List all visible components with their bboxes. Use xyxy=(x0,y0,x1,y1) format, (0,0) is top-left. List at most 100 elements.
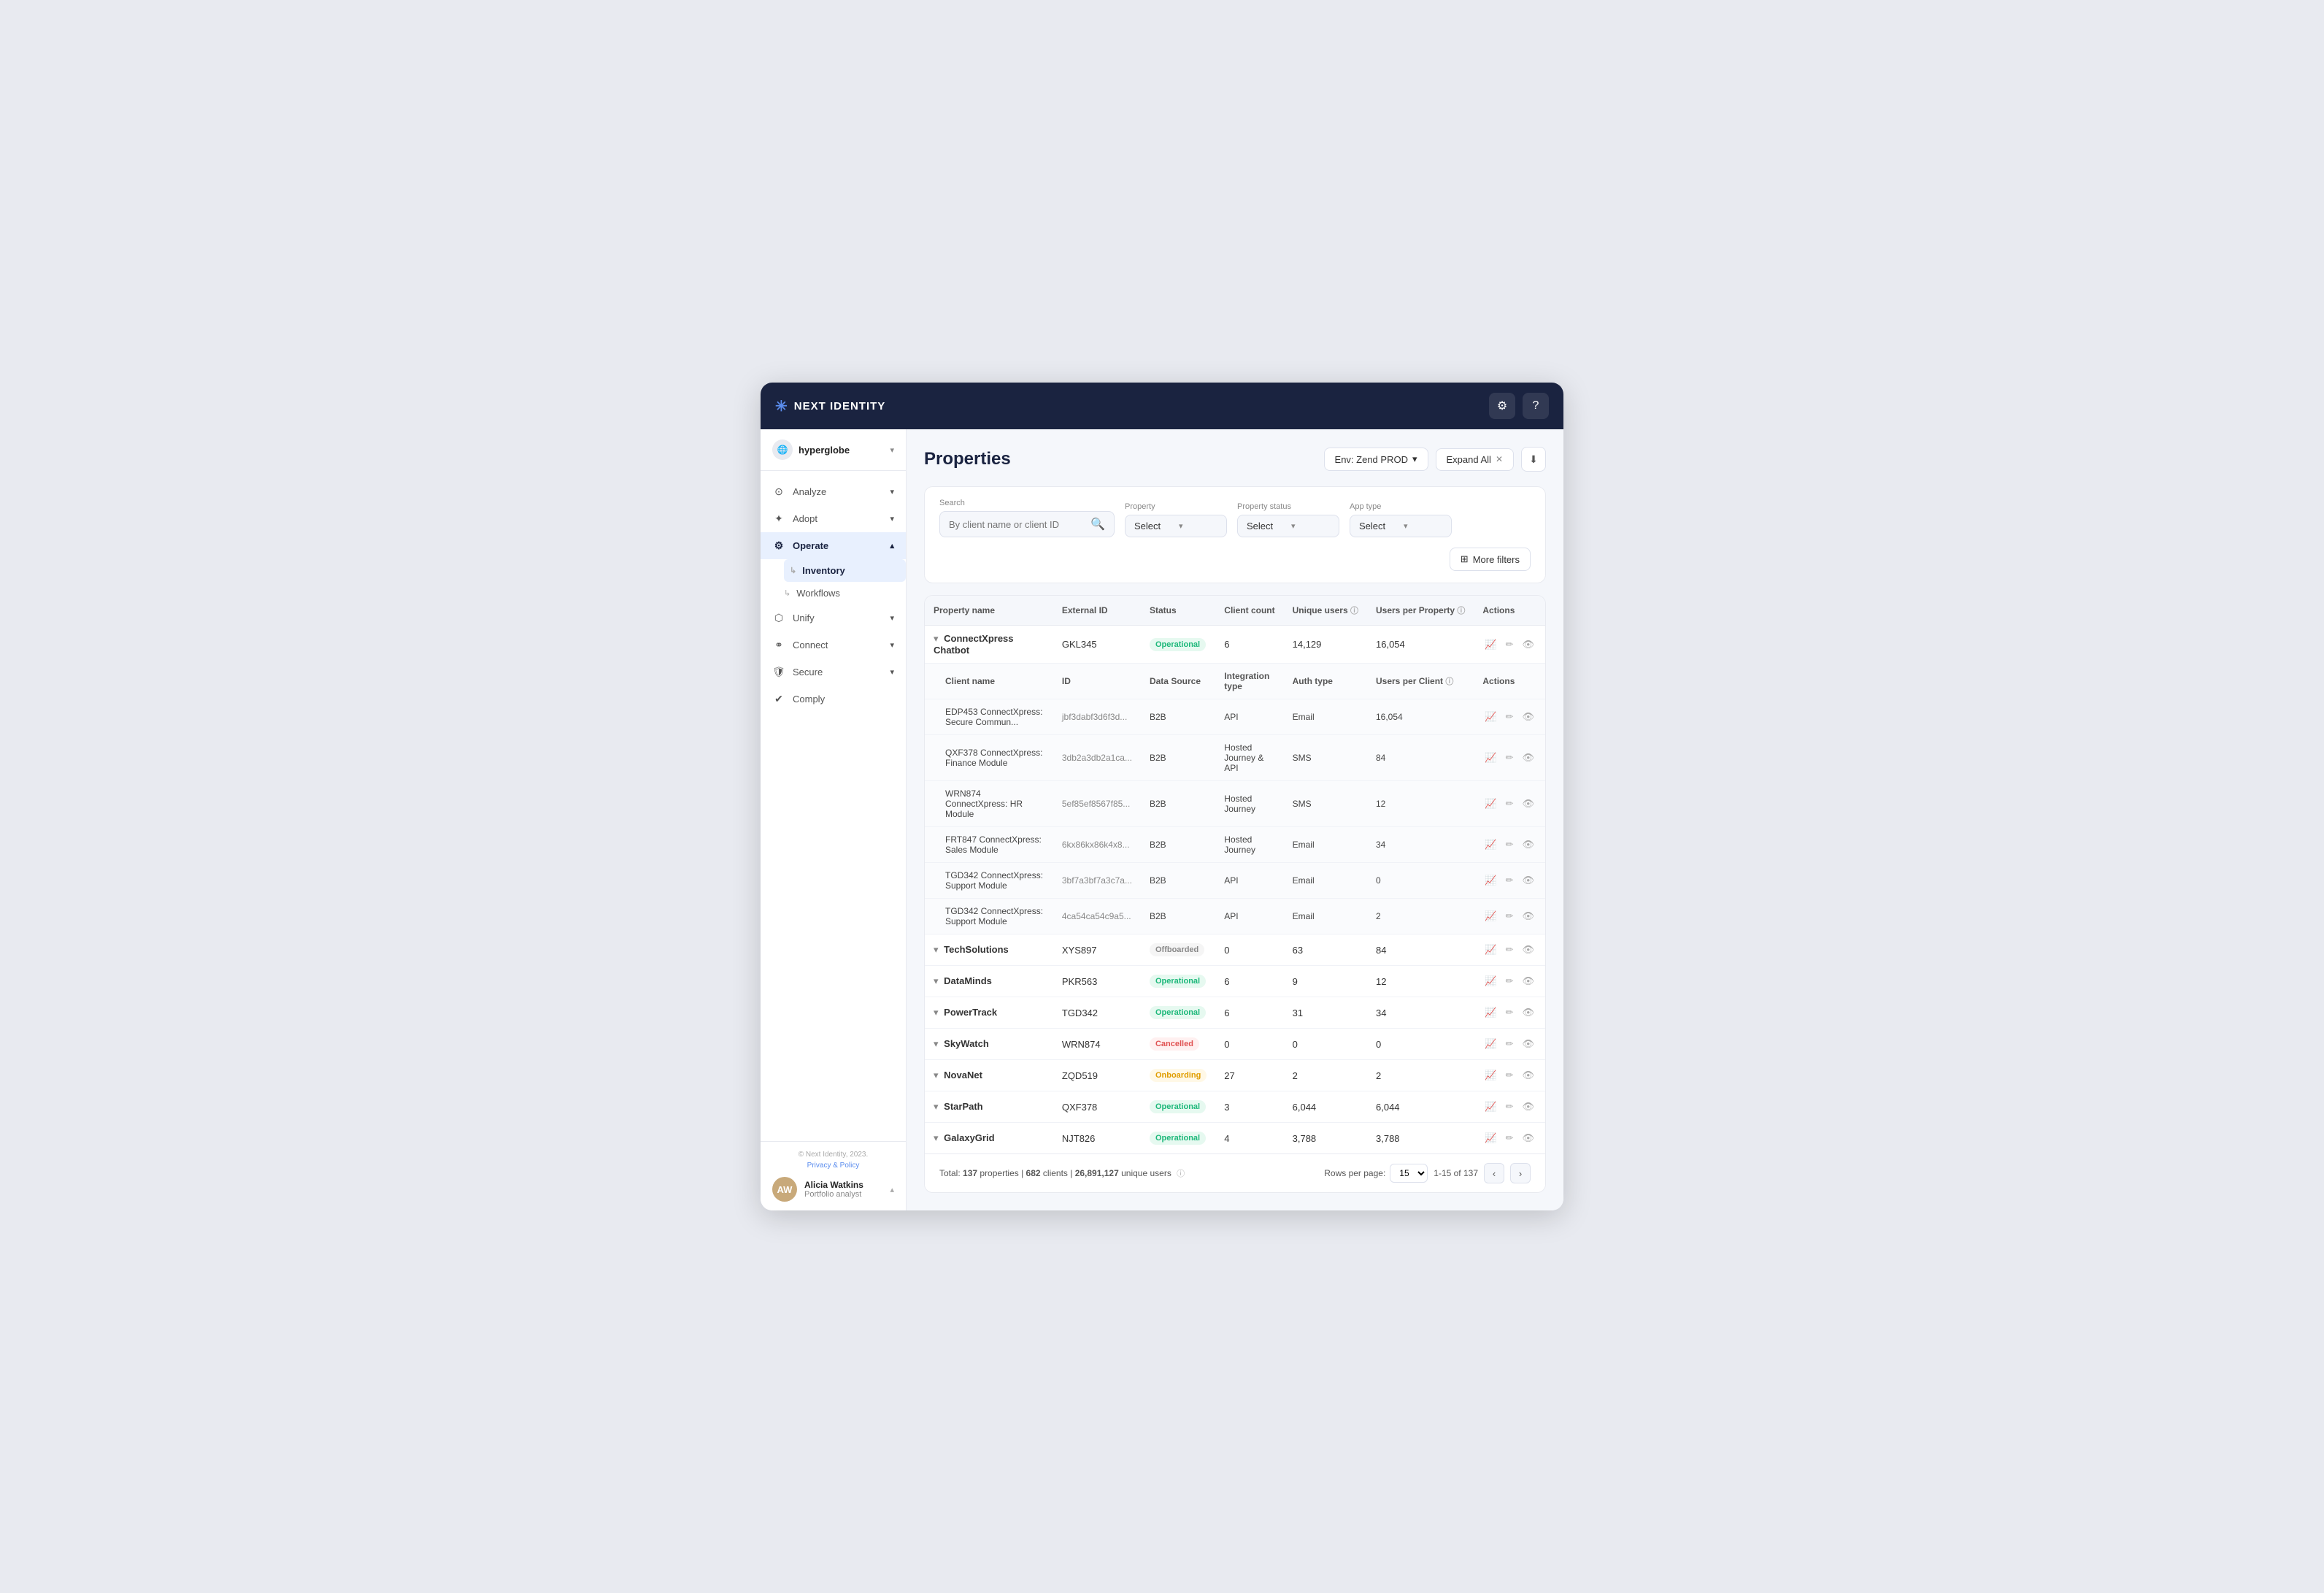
more-filters-button[interactable]: ⊞ More filters xyxy=(1450,548,1531,571)
edit-icon[interactable]: ✏ xyxy=(1504,908,1516,924)
actions-cell: 📈 ✏ 👁 xyxy=(1474,626,1545,664)
sidebar-item-workflows[interactable]: ↳ Workflows xyxy=(784,582,906,604)
view-icon[interactable]: 👁 xyxy=(1520,872,1536,888)
edit-icon[interactable]: ✏ xyxy=(1504,709,1516,725)
view-icon[interactable]: 👁 xyxy=(1520,942,1536,958)
status-badge: Operational xyxy=(1150,1100,1206,1113)
client-count-cell: 6 xyxy=(1215,966,1283,997)
chart-icon[interactable]: 📈 xyxy=(1482,1005,1498,1021)
view-icon[interactable]: 👁 xyxy=(1520,1067,1536,1083)
view-icon[interactable]: 👁 xyxy=(1520,1005,1536,1021)
chart-icon[interactable]: 📈 xyxy=(1482,1130,1498,1146)
edit-icon[interactable]: ✏ xyxy=(1504,1099,1516,1115)
sidebar-item-operate[interactable]: ⚙ Operate ▴ xyxy=(761,532,906,559)
edit-icon[interactable]: ✏ xyxy=(1504,1036,1516,1052)
user-profile[interactable]: AW Alicia Watkins Portfolio analyst ▴ xyxy=(772,1177,894,1202)
privacy-link[interactable]: Privacy & Policy xyxy=(772,1162,894,1170)
chart-icon[interactable]: 📈 xyxy=(1482,1099,1498,1115)
status-filter-group: Property status Select ▾ xyxy=(1237,502,1339,537)
view-icon[interactable]: 👁 xyxy=(1520,796,1536,812)
avatar: AW xyxy=(772,1177,797,1202)
sub-header-row: Client name ID Data Source Integration t… xyxy=(925,664,1545,699)
status-filter-label: Property status xyxy=(1237,502,1339,511)
sidebar-item-secure[interactable]: 🛡 Secure ▾ xyxy=(761,659,906,686)
apptype-select[interactable]: Select ▾ xyxy=(1350,515,1452,537)
child-id: 3db2a3db2a1ca... xyxy=(1053,735,1141,781)
search-input[interactable] xyxy=(949,519,1085,530)
edit-icon[interactable]: ✏ xyxy=(1504,1130,1516,1146)
edit-icon[interactable]: ✏ xyxy=(1504,1005,1516,1021)
chart-icon[interactable]: 📈 xyxy=(1482,1067,1498,1083)
child-actions: 📈 ✏ 👁 xyxy=(1474,899,1545,934)
chart-icon[interactable]: 📈 xyxy=(1482,942,1498,958)
help-button[interactable]: ? xyxy=(1523,393,1549,419)
sidebar-item-label: Comply xyxy=(793,694,825,705)
ext-id-cell: GKL345 xyxy=(1053,626,1141,664)
edit-icon[interactable]: ✏ xyxy=(1504,837,1516,853)
search-input-wrapper: 🔍 xyxy=(939,511,1115,537)
next-page-button[interactable]: › xyxy=(1510,1163,1531,1183)
export-button[interactable]: ⬇ xyxy=(1521,447,1546,472)
status-select[interactable]: Select ▾ xyxy=(1237,515,1339,537)
unique-users-cell: 63 xyxy=(1284,934,1367,966)
prev-page-button[interactable]: ‹ xyxy=(1484,1163,1504,1183)
view-icon[interactable]: 👁 xyxy=(1520,1099,1536,1115)
expand-icon[interactable]: ▾ xyxy=(934,1132,939,1144)
chart-icon[interactable]: 📈 xyxy=(1482,837,1498,853)
chart-icon[interactable]: 📈 xyxy=(1482,637,1498,653)
chart-icon[interactable]: 📈 xyxy=(1482,1036,1498,1052)
view-icon[interactable]: 👁 xyxy=(1520,1130,1536,1146)
client-count-cell: 27 xyxy=(1215,1060,1283,1091)
chart-icon[interactable]: 📈 xyxy=(1482,908,1498,924)
chart-icon[interactable]: 📈 xyxy=(1482,709,1498,725)
view-icon[interactable]: 👁 xyxy=(1520,750,1536,766)
edit-icon[interactable]: ✏ xyxy=(1504,973,1516,989)
view-icon[interactable]: 👁 xyxy=(1520,637,1536,653)
info-icon[interactable]: ⓘ xyxy=(1445,677,1453,686)
sidebar-item-inventory[interactable]: ↳ Inventory xyxy=(784,559,906,582)
summary-info-icon[interactable]: ⓘ xyxy=(1177,1170,1185,1178)
expand-icon[interactable]: ▾ xyxy=(934,1038,939,1050)
chart-icon[interactable]: 📈 xyxy=(1482,796,1498,812)
info-icon[interactable]: ⓘ xyxy=(1457,607,1465,615)
table-row: ▾ TechSolutions XYS897 Offboarded 0 63 8… xyxy=(925,934,1545,966)
status-badge: Operational xyxy=(1150,1132,1206,1145)
expand-icon[interactable]: ▾ xyxy=(934,944,939,956)
child-data-source: B2B xyxy=(1141,699,1215,735)
expand-icon[interactable]: ▾ xyxy=(934,1007,939,1018)
org-selector[interactable]: 🌐 hyperglobe ▾ xyxy=(761,429,906,471)
expand-icon[interactable]: ▾ xyxy=(934,1101,939,1113)
expand-icon[interactable]: ▾ xyxy=(934,1070,939,1081)
child-auth-type: Email xyxy=(1284,899,1367,934)
view-icon[interactable]: 👁 xyxy=(1520,1036,1536,1052)
expand-icon[interactable]: ▾ xyxy=(934,975,939,987)
child-auth-type: Email xyxy=(1284,863,1367,899)
user-name: Alicia Watkins xyxy=(804,1180,882,1190)
child-integration-type: Hosted Journey & API xyxy=(1215,735,1283,781)
chart-icon[interactable]: 📈 xyxy=(1482,973,1498,989)
view-icon[interactable]: 👁 xyxy=(1520,973,1536,989)
view-icon[interactable]: 👁 xyxy=(1520,908,1536,924)
view-icon[interactable]: 👁 xyxy=(1520,709,1536,725)
sidebar-item-analyze[interactable]: ⊙ Analyze ▾ xyxy=(761,478,906,505)
rows-per-page-select[interactable]: 15 25 50 xyxy=(1390,1164,1428,1183)
view-icon[interactable]: 👁 xyxy=(1520,837,1536,853)
chart-icon[interactable]: 📈 xyxy=(1482,750,1498,766)
edit-icon[interactable]: ✏ xyxy=(1504,872,1516,888)
sidebar-item-comply[interactable]: ✔ Comply xyxy=(761,686,906,713)
env-selector-button[interactable]: Env: Zend PROD ▾ xyxy=(1324,448,1428,471)
edit-icon[interactable]: ✏ xyxy=(1504,942,1516,958)
edit-icon[interactable]: ✏ xyxy=(1504,1067,1516,1083)
sidebar-item-unify[interactable]: ⬡ Unify ▾ xyxy=(761,604,906,632)
edit-icon[interactable]: ✏ xyxy=(1504,796,1516,812)
expand-all-button[interactable]: Expand All ✕ xyxy=(1436,448,1515,471)
sidebar-item-connect[interactable]: ⚭ Connect ▾ xyxy=(761,632,906,659)
sidebar-item-adopt[interactable]: ✦ Adopt ▾ xyxy=(761,505,906,532)
edit-icon[interactable]: ✏ xyxy=(1504,637,1516,653)
edit-icon[interactable]: ✏ xyxy=(1504,750,1516,766)
settings-button[interactable]: ⚙ xyxy=(1489,393,1515,419)
property-select[interactable]: Select ▾ xyxy=(1125,515,1227,537)
chart-icon[interactable]: 📈 xyxy=(1482,872,1498,888)
collapse-icon[interactable]: ▾ xyxy=(934,633,939,645)
info-icon[interactable]: ⓘ xyxy=(1350,607,1358,615)
